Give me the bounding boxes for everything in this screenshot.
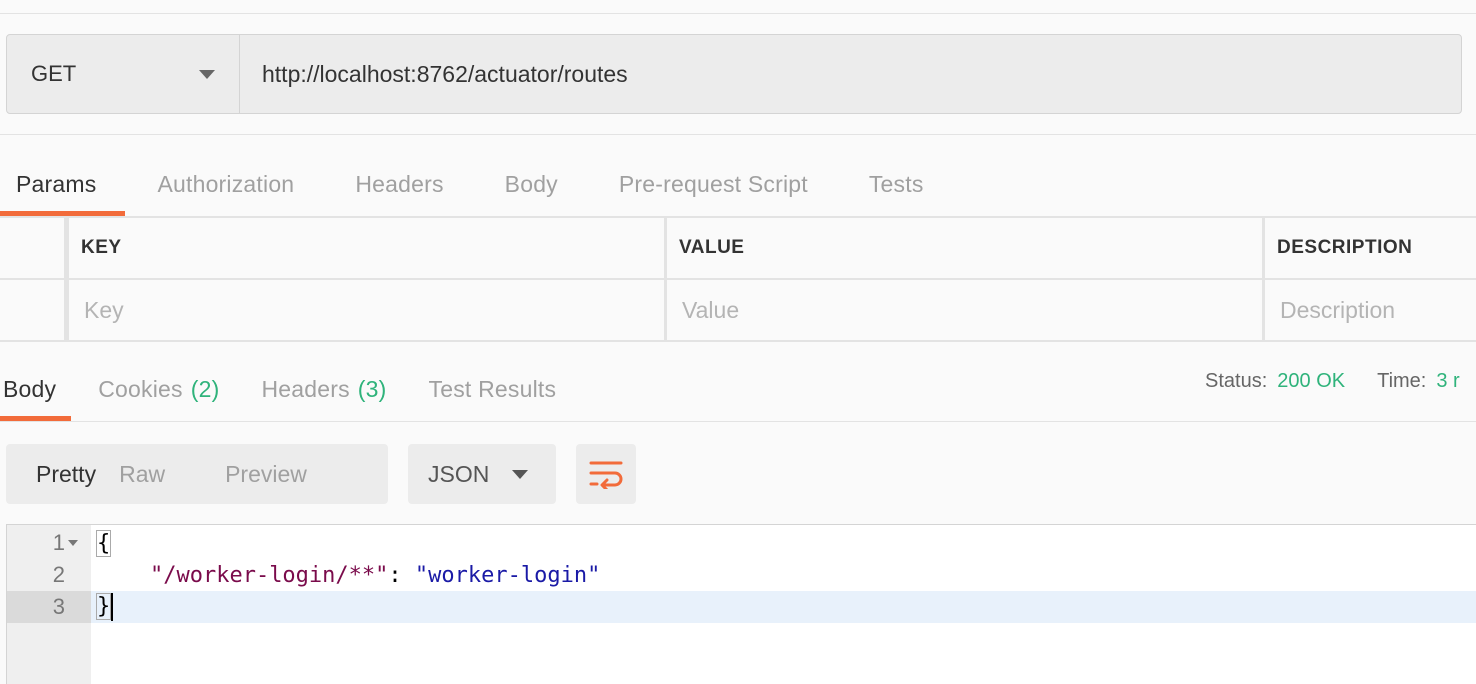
line-number: 2 — [52, 562, 65, 587]
url-input[interactable]: http://localhost:8762/actuator/routes — [240, 35, 1461, 113]
tab-cookies[interactable]: Cookies (2) — [98, 358, 219, 421]
description-input[interactable]: Description — [1265, 280, 1476, 340]
chevron-down-icon — [199, 69, 215, 79]
tab-test-results[interactable]: Test Results — [429, 358, 557, 421]
response-editor[interactable]: 1 { 2 "/worker-login/**": "worker-login"… — [6, 524, 1476, 684]
code-line-current: 3 } — [7, 591, 1476, 623]
method-select[interactable]: GET — [7, 35, 240, 113]
request-tabs: Params Authorization Headers Body Pre-re… — [0, 152, 1476, 216]
time-label: Time: — [1377, 370, 1427, 392]
format-label: JSON — [428, 460, 490, 487]
tab-response-headers[interactable]: Headers (3) — [261, 358, 386, 421]
chevron-down-icon — [512, 469, 528, 479]
line-number: 3 — [52, 594, 65, 619]
response-status: Status: 200 OK Time: 3 r — [1205, 370, 1460, 393]
line-number: 1 — [52, 530, 65, 555]
value-input[interactable]: Value — [667, 280, 1265, 340]
params-table: KEY VALUE DESCRIPTION Key Value Descript… — [0, 216, 1476, 342]
column-header-value: VALUE — [667, 218, 1265, 278]
tab-tests[interactable]: Tests — [869, 152, 924, 216]
divider — [0, 134, 1476, 135]
status-label: Status: — [1205, 370, 1268, 392]
tab-params[interactable]: Params — [0, 152, 127, 216]
row-handle — [0, 280, 69, 340]
params-input-row: Key Value Description — [0, 280, 1476, 342]
wrap-lines-icon — [589, 461, 623, 489]
status-value[interactable]: 200 OK — [1277, 370, 1345, 393]
headers-count-badge: (3) — [357, 376, 387, 402]
top-strip — [0, 0, 1476, 14]
params-header-row: KEY VALUE DESCRIPTION — [0, 218, 1476, 280]
tab-label: Cookies — [98, 376, 183, 402]
preview-button[interactable]: Preview — [225, 461, 307, 488]
tab-body[interactable]: Body — [505, 152, 558, 216]
view-mode-group: Pretty Raw Preview — [6, 444, 388, 504]
text-cursor — [111, 593, 114, 621]
column-header-description: DESCRIPTION — [1277, 237, 1413, 258]
tab-headers[interactable]: Headers — [355, 152, 443, 216]
code-text: "/worker-login/**": "worker-login" — [97, 563, 600, 588]
format-select[interactable]: JSON — [408, 444, 556, 504]
column-header-key: KEY — [69, 218, 667, 278]
row-handle-header — [0, 218, 69, 278]
raw-button[interactable]: Raw — [119, 461, 165, 488]
cookies-count-badge: (2) — [190, 376, 220, 402]
code-text: } — [95, 593, 114, 621]
open-brace: { — [95, 529, 112, 557]
tab-label: Body — [3, 376, 57, 402]
tab-label: Test Results — [428, 376, 557, 402]
wrap-lines-button[interactable] — [576, 444, 636, 504]
code-line: 1 { — [7, 527, 1476, 559]
json-separator: : — [388, 562, 415, 588]
request-bar: GET http://localhost:8762/actuator/route… — [6, 34, 1462, 114]
fold-caret-icon — [68, 540, 78, 546]
time-value[interactable]: 3 r — [1436, 370, 1459, 393]
fold-toggle[interactable] — [65, 540, 81, 546]
tab-label: Headers — [261, 376, 350, 402]
code-text: { — [95, 529, 112, 557]
tab-pre-request-script[interactable]: Pre-request Script — [619, 152, 808, 216]
pretty-button[interactable]: Pretty — [36, 461, 96, 488]
tab-authorization[interactable]: Authorization — [157, 152, 294, 216]
tab-response-body[interactable]: Body — [0, 358, 72, 421]
json-value: "worker-login" — [414, 562, 601, 588]
close-brace: } — [95, 593, 112, 620]
method-label: GET — [31, 61, 77, 86]
code-line: 2 "/worker-login/**": "worker-login" — [7, 559, 1476, 591]
json-key: "/worker-login/**" — [149, 562, 389, 588]
key-input[interactable]: Key — [69, 280, 667, 340]
